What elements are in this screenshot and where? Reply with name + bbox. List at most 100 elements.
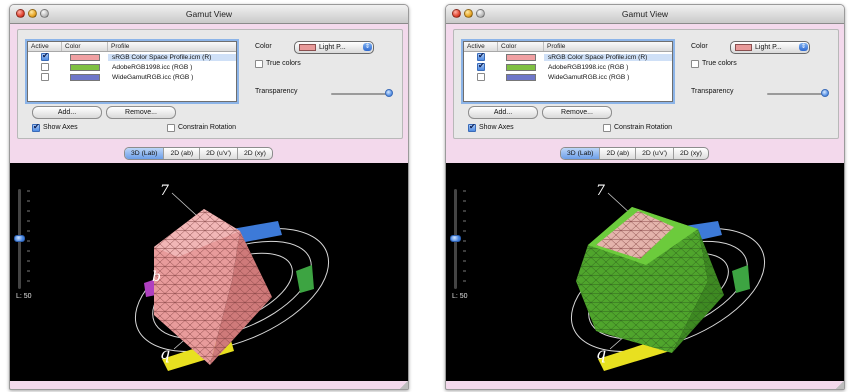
tab-2d-ab[interactable]: 2D (ab) (600, 148, 637, 159)
controls-panel: Active Color Profile sRGB Color Space Pr… (17, 29, 403, 139)
chevron-updown-icon: ⇕ (799, 43, 808, 51)
gamut-3d-scene[interactable]: 7 q (446, 163, 844, 381)
axis-label: 7 (596, 183, 605, 199)
color-select-value: Light P... (319, 44, 346, 51)
transparency-slider[interactable] (767, 93, 825, 95)
true-colors-label: True colors (702, 60, 737, 67)
transparency-label: Transparency (255, 88, 298, 95)
profile-name: WideGamutRGB.icc (RGB ) (548, 73, 630, 81)
lightness-value: L: 50 (16, 293, 32, 300)
lightness-slider-knob[interactable] (450, 235, 461, 242)
color-select[interactable]: Light P... ⇕ (294, 41, 374, 54)
tab-2d-uv[interactable]: 2D (u'v') (200, 148, 239, 159)
tab-2d-ab[interactable]: 2D (ab) (164, 148, 201, 159)
gamut-3d-view[interactable]: 7 q L: 50 (446, 163, 844, 381)
transparency-knob[interactable] (821, 89, 829, 97)
view-mode-tabs: 3D (Lab) 2D (ab) 2D (u'v') 2D (xy) (560, 147, 709, 160)
remove-button[interactable]: Remove... (542, 106, 612, 119)
profile-name: AdobeRGB1998.icc (RGB ) (548, 63, 629, 71)
header-profile[interactable]: Profile (108, 42, 236, 51)
transparency-slider[interactable] (331, 93, 389, 95)
tab-3d-lab[interactable]: 3D (Lab) (561, 148, 601, 159)
true-colors-checkbox[interactable] (691, 60, 699, 68)
profile-name: sRGB Color Space Profile.icm (R) (544, 53, 672, 61)
title-bar[interactable]: Gamut View (446, 5, 844, 24)
window-title: Gamut View (621, 9, 669, 19)
header-active[interactable]: Active (464, 42, 498, 51)
transparency-knob[interactable] (385, 89, 393, 97)
profile-name: sRGB Color Space Profile.icm (R) (108, 53, 236, 61)
color-swatch[interactable] (70, 53, 100, 61)
color-swatch[interactable] (506, 53, 536, 61)
header-profile[interactable]: Profile (544, 42, 672, 51)
resize-handle[interactable] (834, 381, 844, 389)
color-select[interactable]: Light P... ⇕ (730, 41, 810, 54)
table-row[interactable]: WideGamutRGB.icc (RGB ) (464, 72, 672, 82)
show-axes-checkbox[interactable] (32, 122, 40, 132)
profile-name: AdobeRGB1998.icc (RGB ) (112, 63, 193, 71)
constrain-rotation-checkbox[interactable] (603, 124, 611, 132)
title-bar[interactable]: Gamut View (10, 5, 408, 24)
resize-handle[interactable] (398, 381, 408, 389)
active-checkbox[interactable] (41, 51, 49, 61)
color-select-swatch (299, 44, 316, 51)
profile-table[interactable]: Active Color Profile sRGB Color Space Pr… (27, 41, 237, 102)
color-select-value: Light P... (755, 44, 782, 51)
constrain-rotation-label: Constrain Rotation (614, 124, 672, 131)
remove-button[interactable]: Remove... (106, 106, 176, 119)
color-swatch[interactable] (70, 63, 100, 71)
show-axes-label: Show Axes (479, 124, 514, 131)
active-checkbox[interactable] (477, 51, 485, 61)
active-checkbox[interactable] (477, 73, 485, 81)
table-row[interactable]: sRGB Color Space Profile.icm (R) (464, 51, 672, 62)
color-label: Color (255, 43, 272, 50)
color-swatch[interactable] (506, 63, 536, 71)
show-axes-label: Show Axes (43, 124, 78, 131)
axis-label: q (596, 344, 606, 363)
header-active[interactable]: Active (28, 42, 62, 51)
color-swatch[interactable] (506, 73, 536, 81)
show-axes-checkbox[interactable] (468, 122, 476, 132)
axis-label: q (160, 344, 170, 363)
active-checkbox[interactable] (477, 61, 485, 71)
controls-panel: Active Color Profile sRGB Color Space Pr… (453, 29, 839, 139)
tab-3d-lab[interactable]: 3D (Lab) (125, 148, 165, 159)
table-header: Active Color Profile (464, 42, 672, 52)
profile-name: WideGamutRGB.icc (RGB ) (112, 73, 194, 81)
true-colors-checkbox[interactable] (255, 60, 263, 68)
header-color[interactable]: Color (62, 42, 108, 51)
header-color[interactable]: Color (498, 42, 544, 51)
true-colors-label: True colors (266, 60, 301, 67)
tab-2d-xy[interactable]: 2D (xy) (238, 148, 272, 159)
color-swatch[interactable] (70, 73, 100, 81)
lightness-slider-ticks (27, 190, 30, 282)
active-checkbox[interactable] (41, 73, 49, 81)
axis-label: 7 (160, 183, 169, 199)
chevron-updown-icon: ⇕ (363, 43, 372, 51)
add-button[interactable]: Add... (468, 106, 538, 119)
active-checkbox[interactable] (41, 63, 49, 71)
gamut-view-window-2: Gamut View Active Color Profile sRGB Col… (445, 4, 845, 390)
transparency-label: Transparency (691, 88, 734, 95)
ring-segment-green (732, 265, 750, 293)
tab-2d-uv[interactable]: 2D (u'v') (636, 148, 675, 159)
table-row[interactable]: sRGB Color Space Profile.icm (R) (28, 51, 236, 62)
tab-2d-xy[interactable]: 2D (xy) (674, 148, 708, 159)
color-select-swatch (735, 44, 752, 51)
color-label: Color (691, 43, 708, 50)
axis-label: b (152, 269, 161, 285)
constrain-rotation-checkbox[interactable] (167, 124, 175, 132)
gamut-3d-scene[interactable]: 7 b q (10, 163, 408, 381)
gamut-3d-view[interactable]: 7 b q L: 50 (10, 163, 408, 381)
lightness-value: L: 50 (452, 293, 468, 300)
ring-segment-green (296, 265, 314, 293)
table-row[interactable]: WideGamutRGB.icc (RGB ) (28, 72, 236, 82)
constrain-rotation-label: Constrain Rotation (178, 124, 236, 131)
gamut-view-window-1: Gamut View Active Color Profile sRGB Col… (9, 4, 409, 390)
lightness-slider-ticks (463, 190, 466, 282)
profile-table[interactable]: Active Color Profile sRGB Color Space Pr… (463, 41, 673, 102)
table-row[interactable]: AdobeRGB1998.icc (RGB ) (28, 62, 236, 72)
add-button[interactable]: Add... (32, 106, 102, 119)
table-row[interactable]: AdobeRGB1998.icc (RGB ) (464, 61, 672, 72)
lightness-slider-knob[interactable] (14, 235, 25, 242)
